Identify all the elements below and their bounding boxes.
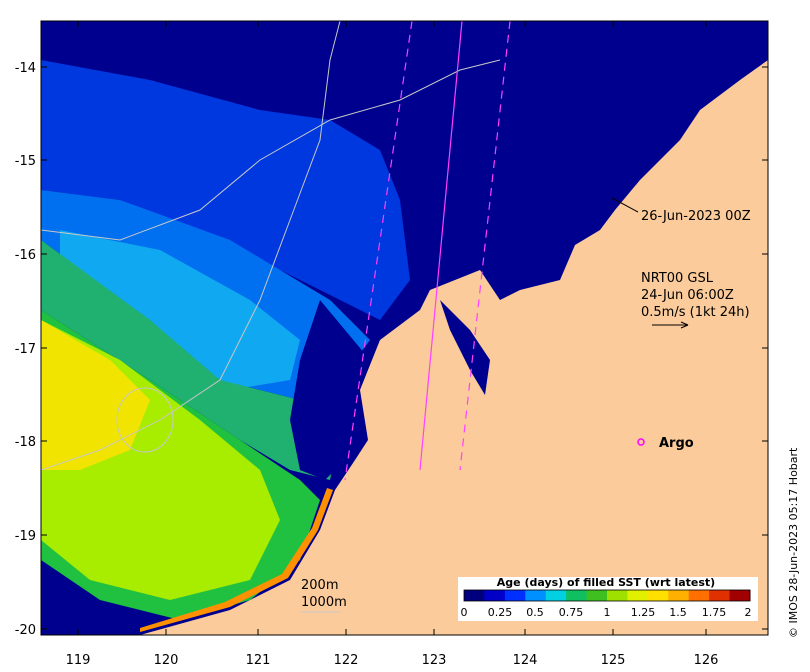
y-tick-label: -18: [15, 435, 36, 450]
credit-text: © IMOS 28-Jun-2023 05:17 Hobart: [787, 447, 800, 638]
colorbar-swatch: [525, 590, 547, 601]
colorbar-tick-label: 0.25: [488, 606, 513, 619]
isobath-200-label: 200m: [301, 578, 338, 593]
colorbar-tick-label: 0.75: [559, 606, 584, 619]
y-tick-label: -19: [15, 529, 36, 544]
current-source-label: NRT00 GSL: [641, 271, 714, 286]
colorbar-tick-label: 1.75: [702, 606, 727, 619]
colorbar-tick-label: 1.5: [669, 606, 687, 619]
x-tick-label: 124: [513, 653, 538, 668]
colorbar-tick-label: 2: [745, 606, 752, 619]
isobath-1000-label: 1000m: [301, 595, 347, 610]
colorbar-swatch: [586, 590, 608, 601]
current-time-label: 24-Jun 06:00Z: [641, 288, 734, 303]
colorbar-swatches: [464, 590, 751, 601]
colorbar-swatch: [688, 590, 710, 601]
track-time-label: 26-Jun-2023 00Z: [641, 209, 751, 224]
colorbar-swatch: [545, 590, 567, 601]
x-tick-label: 121: [246, 653, 271, 668]
x-tick-label: 122: [334, 653, 359, 668]
x-tick-label: 125: [601, 653, 626, 668]
y-tick-label: -14: [15, 61, 36, 76]
sst-map: 119 120 121 122 123 124 125 126 -14 -15 …: [15, 20, 800, 668]
y-tick-label: -15: [15, 154, 36, 169]
colorbar: Age (days) of filled SST (wrt latest) 0 …: [458, 576, 758, 621]
colorbar-swatch: [729, 590, 751, 601]
colorbar-swatch: [607, 590, 628, 601]
map-plot-area: [41, 21, 768, 635]
y-tick-label: -20: [15, 623, 36, 638]
colorbar-tick-label: 0.5: [526, 606, 544, 619]
x-tick-label: 120: [154, 653, 179, 668]
x-tick-label: 119: [66, 653, 91, 668]
colorbar-tick-label: 0: [461, 606, 468, 619]
colorbar-title: Age (days) of filled SST (wrt latest): [497, 576, 715, 589]
colorbar-swatch: [668, 590, 690, 601]
argo-label: Argo: [659, 436, 694, 451]
current-scale-label: 0.5m/s (1kt 24h): [641, 305, 750, 320]
colorbar-swatch: [566, 590, 588, 601]
y-axis-labels: -14 -15 -16 -17 -18 -19 -20: [15, 61, 36, 638]
colorbar-swatch: [647, 590, 669, 601]
colorbar-swatch: [464, 590, 485, 601]
x-tick-label: 123: [422, 653, 447, 668]
colorbar-swatch: [504, 590, 526, 601]
colorbar-tick-label: 1: [604, 606, 611, 619]
colorbar-swatch: [627, 590, 649, 601]
x-tick-label: 126: [694, 653, 719, 668]
colorbar-swatch: [484, 590, 506, 601]
colorbar-ticks: 0 0.25 0.5 0.75 1 1.25 1.5 1.75 2: [461, 606, 752, 619]
y-tick-label: -17: [15, 342, 36, 357]
x-axis-labels: 119 120 121 122 123 124 125 126: [66, 653, 719, 668]
colorbar-swatch: [709, 590, 731, 601]
colorbar-tick-label: 1.25: [631, 606, 656, 619]
y-tick-label: -16: [15, 248, 36, 263]
